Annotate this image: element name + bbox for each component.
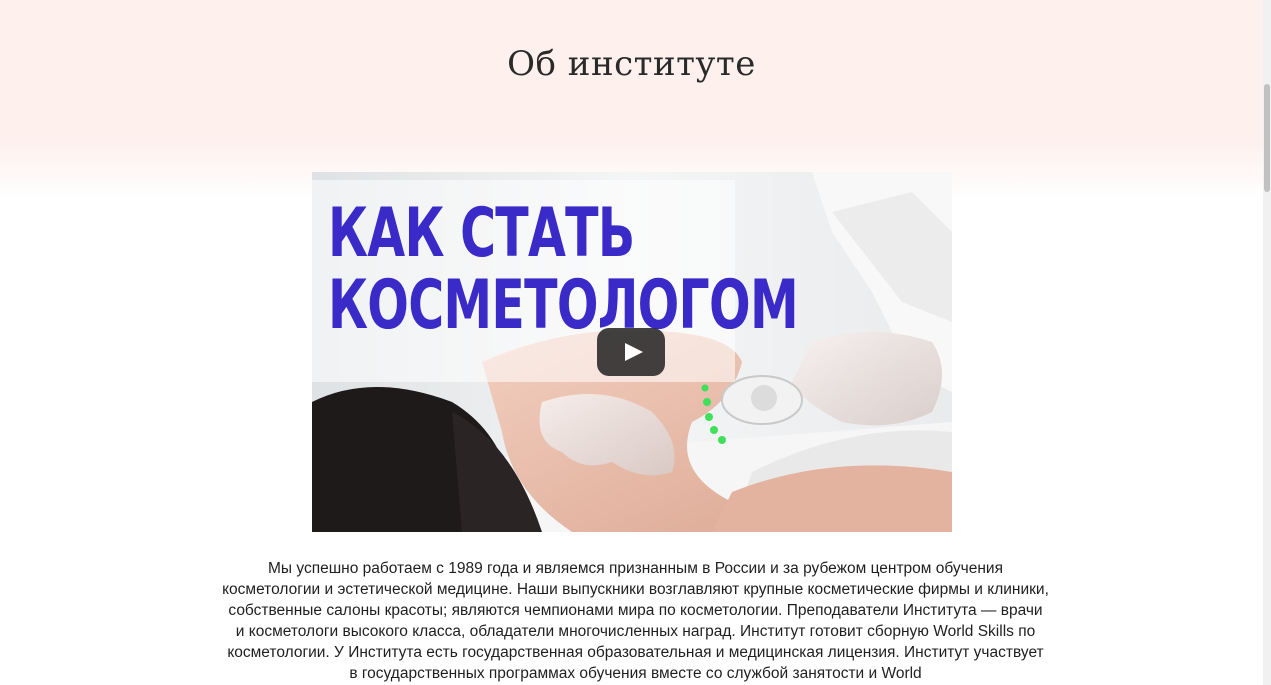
play-icon bbox=[625, 343, 643, 361]
scrollbar[interactable] bbox=[1263, 0, 1271, 685]
header-band bbox=[0, 0, 1263, 200]
about-description: Мы успешно работаем с 1989 года и являем… bbox=[222, 560, 1049, 682]
video-headline-line: КАК СТАТЬ bbox=[328, 194, 635, 273]
video-headline-line: КОСМЕТОЛОГОМ bbox=[328, 266, 799, 345]
play-button[interactable] bbox=[597, 328, 665, 376]
video-player[interactable]: КАК СТАТЬ КОСМЕТОЛОГОМ bbox=[312, 172, 952, 532]
video-headline: КАК СТАТЬ КОСМЕТОЛОГОМ bbox=[328, 194, 799, 345]
page-title: Об институте bbox=[507, 44, 756, 84]
scrollbar-thumb[interactable] bbox=[1264, 84, 1270, 192]
